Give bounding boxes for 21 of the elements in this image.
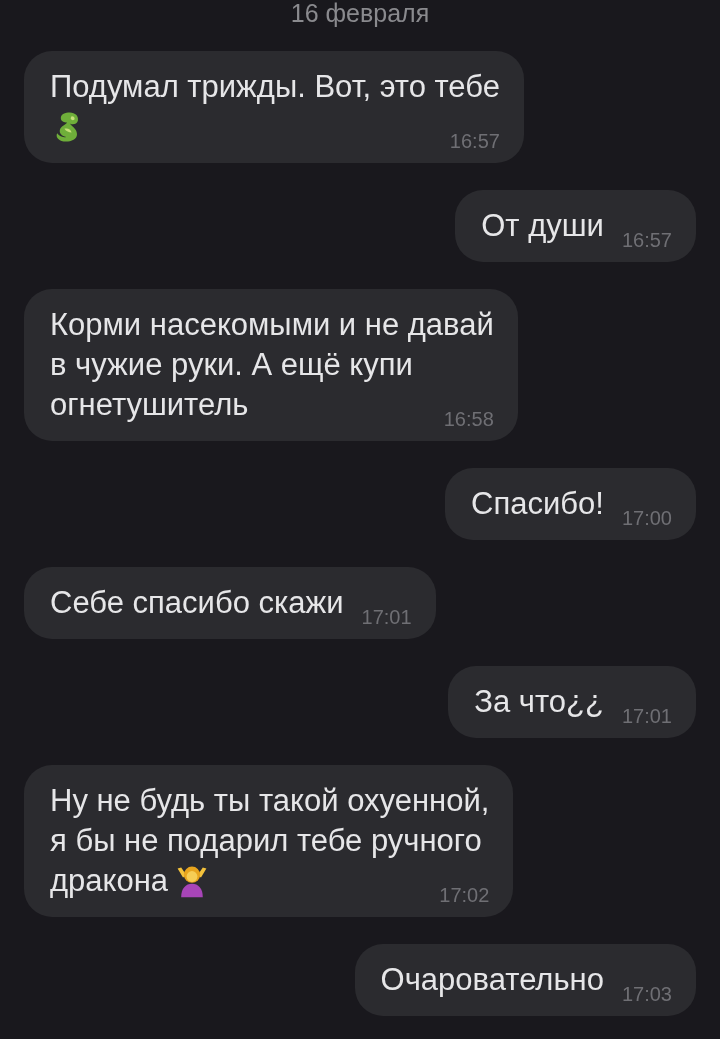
date-header: 16 февраля bbox=[289, 0, 431, 26]
message-text: За что¿¿ bbox=[474, 683, 604, 721]
message-text: Очаровательно bbox=[380, 961, 604, 999]
message-time: 16:57 bbox=[448, 130, 500, 153]
message-time: 17:02 bbox=[438, 884, 490, 907]
message-text: дракона bbox=[50, 862, 169, 900]
message-time: 17:00 bbox=[620, 507, 672, 530]
message-text: Спасибо! bbox=[471, 485, 604, 523]
message-text: огнетушитель bbox=[50, 386, 249, 424]
message-time: 16:58 bbox=[442, 408, 494, 431]
message-text: я бы не подарил тебе ручного bbox=[50, 822, 482, 860]
message-text: От души bbox=[481, 207, 604, 245]
message-text: Себе спасибо скажи bbox=[50, 584, 344, 622]
message-time: 17:03 bbox=[620, 983, 672, 1006]
message-text: Ну не будь ты такой охуенной, bbox=[50, 782, 490, 820]
message-text: в чужие руки. А ещё купи bbox=[50, 346, 413, 384]
message-text: Подумал трижды. Вот, это тебе bbox=[50, 68, 500, 106]
message-time: 17:01 bbox=[620, 705, 672, 728]
message-text: Корми насекомыми и не давай bbox=[50, 306, 494, 344]
message-time: 16:57 bbox=[620, 229, 672, 252]
message-time: 17:01 bbox=[360, 606, 412, 629]
